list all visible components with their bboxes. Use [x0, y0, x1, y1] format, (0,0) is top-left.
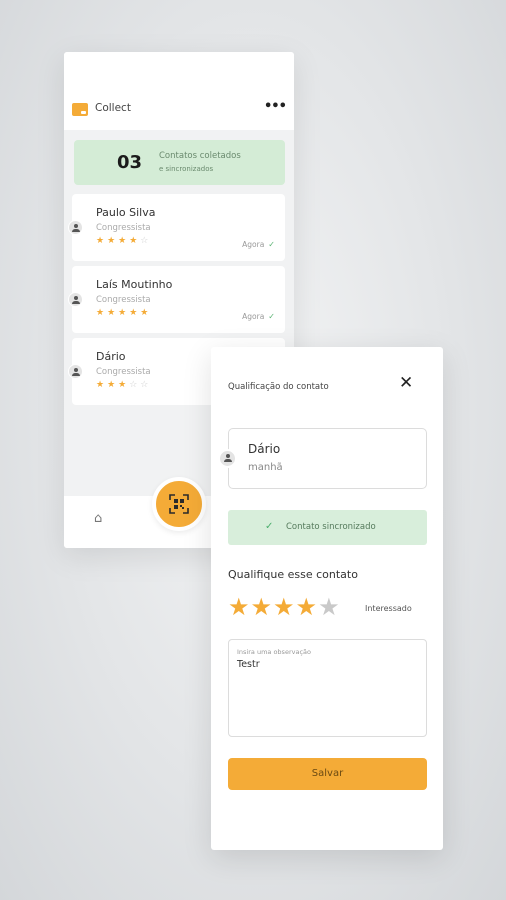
summary-banner: 03 Contatos coletados e sincronizados [74, 140, 285, 185]
summary-line-1: Contatos coletados [159, 151, 241, 161]
synced-check-icon: ✓ [268, 240, 275, 249]
summary-text: Contatos coletados e sincronizados [159, 150, 241, 176]
sync-status-banner: ✓ Contato sincronizado [228, 510, 427, 545]
rating-stars-filled: ★★★★★ [96, 308, 152, 318]
star-icon[interactable]: ★ [296, 593, 318, 621]
star-icon[interactable]: ★ [228, 593, 250, 621]
summary-line-2: e sincronizados [159, 165, 214, 173]
star-icon[interactable]: ★ [273, 593, 295, 621]
contact-rating: ★★★★☆ [96, 236, 151, 246]
qualify-heading: Qualifique esse contato [228, 568, 358, 581]
more-options-icon[interactable]: ••• [264, 99, 287, 114]
rating-stars-empty: ☆☆ [129, 380, 152, 390]
contact-card[interactable]: Laís Moutinho Congressista ★★★★★ Agora ✓ [68, 266, 285, 333]
avatar-icon [68, 292, 83, 307]
contact-role: Congressista [96, 295, 151, 305]
rating-label: Interessado [365, 604, 412, 613]
avatar-icon [68, 220, 83, 235]
star-icon[interactable]: ★ [318, 593, 340, 621]
scan-qr-button[interactable] [152, 477, 206, 531]
observation-value[interactable]: Testr [237, 659, 260, 670]
rating-stars: ★★★★★ [228, 594, 341, 620]
avatar-icon [68, 364, 83, 379]
summary-count: 03 [117, 152, 143, 173]
rating-stars-filled: ★★★ [96, 380, 130, 390]
synced-check-icon: ✓ [268, 312, 275, 321]
avatar-icon [218, 449, 237, 468]
sync-status-text: Contato sincronizado [286, 522, 376, 532]
qualification-modal: Qualificação do contato ✕ Dário manhã ✓ … [211, 347, 443, 850]
star-icon[interactable]: ★ [251, 593, 273, 621]
observation-field[interactable]: Insira uma observação Testr [228, 639, 427, 737]
contact-rating: ★★★★★ [96, 308, 151, 318]
contact-summary: Dário manhã [218, 428, 427, 489]
rating-stars-empty: ☆ [140, 236, 152, 246]
contact-rating: ★★★☆☆ [96, 380, 151, 390]
modal-title: Qualificação do contato [228, 382, 329, 392]
contact-role: Congressista [96, 223, 151, 233]
contact-card[interactable]: Paulo Silva Congressista ★★★★☆ Agora ✓ [68, 194, 285, 261]
status-text: Agora [242, 312, 265, 321]
status-text: Agora [242, 240, 265, 249]
contact-role: Congressista [96, 367, 151, 377]
app-header: Collect ••• [64, 52, 294, 130]
contact-status: Agora ✓ [242, 312, 275, 321]
contact-period: manhã [248, 462, 283, 473]
check-icon: ✓ [265, 521, 274, 532]
collect-logo-icon [72, 103, 88, 116]
app-title: Collect [95, 102, 131, 114]
contact-name: Dário [96, 350, 126, 363]
contact-status: Agora ✓ [242, 240, 275, 249]
contact-name: Dário [248, 442, 281, 456]
rating-stars-filled: ★★★★ [96, 236, 141, 246]
observation-placeholder: Insira uma observação [237, 648, 311, 656]
home-icon[interactable]: ⌂ [94, 511, 102, 526]
contact-name: Paulo Silva [96, 206, 156, 219]
save-button[interactable]: Salvar [228, 758, 427, 790]
close-icon[interactable]: ✕ [399, 375, 413, 392]
contact-name: Laís Moutinho [96, 278, 173, 291]
qr-scan-icon [169, 494, 189, 514]
